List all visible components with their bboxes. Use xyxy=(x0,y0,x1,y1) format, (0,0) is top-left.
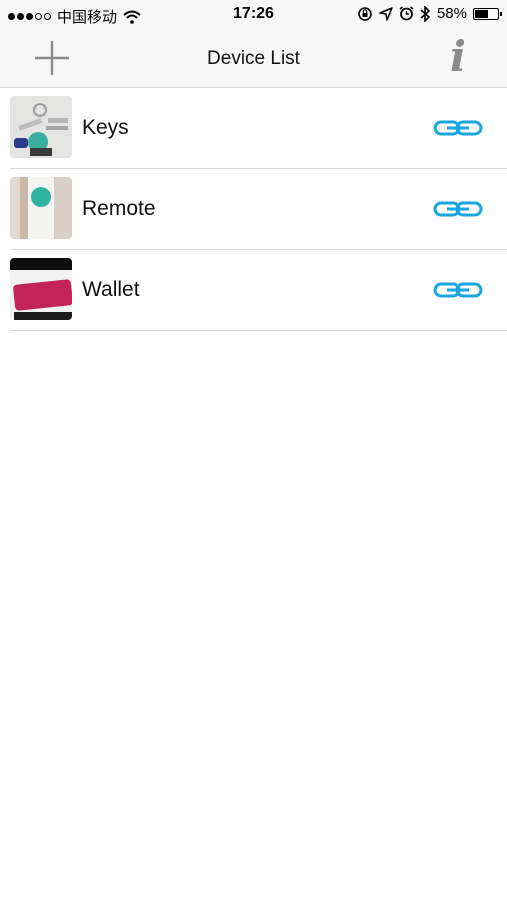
remote-thumbnail xyxy=(10,177,72,239)
device-name: Keys xyxy=(82,116,129,139)
status-bar: 中国移动 17:26 58% xyxy=(0,0,507,30)
battery-percent: 58% xyxy=(436,5,467,22)
alarm-icon xyxy=(399,6,414,21)
device-list: Keys Remote Wallet xyxy=(0,88,507,331)
link-icon[interactable] xyxy=(433,199,483,219)
app-screen: 中国移动 17:26 58% Device List i Keys Remote… xyxy=(0,0,507,900)
bluetooth-icon xyxy=(420,5,431,22)
list-item-wallet[interactable]: Wallet xyxy=(10,250,507,331)
wallet-thumbnail xyxy=(10,258,72,320)
navigation-bar: Device List i xyxy=(0,30,507,88)
link-icon[interactable] xyxy=(433,118,483,138)
link-icon[interactable] xyxy=(433,280,483,300)
device-name: Wallet xyxy=(82,278,140,301)
info-button[interactable]: i xyxy=(443,34,473,80)
location-arrow-icon xyxy=(379,6,393,21)
orientation-lock-icon xyxy=(358,6,372,21)
device-name: Remote xyxy=(82,197,156,220)
status-right: 58% xyxy=(357,5,502,22)
list-item-keys[interactable]: Keys xyxy=(10,88,507,169)
list-item-remote[interactable]: Remote xyxy=(10,169,507,250)
page-title: Device List xyxy=(207,48,300,69)
battery-icon xyxy=(473,7,502,20)
keys-thumbnail xyxy=(10,96,72,158)
